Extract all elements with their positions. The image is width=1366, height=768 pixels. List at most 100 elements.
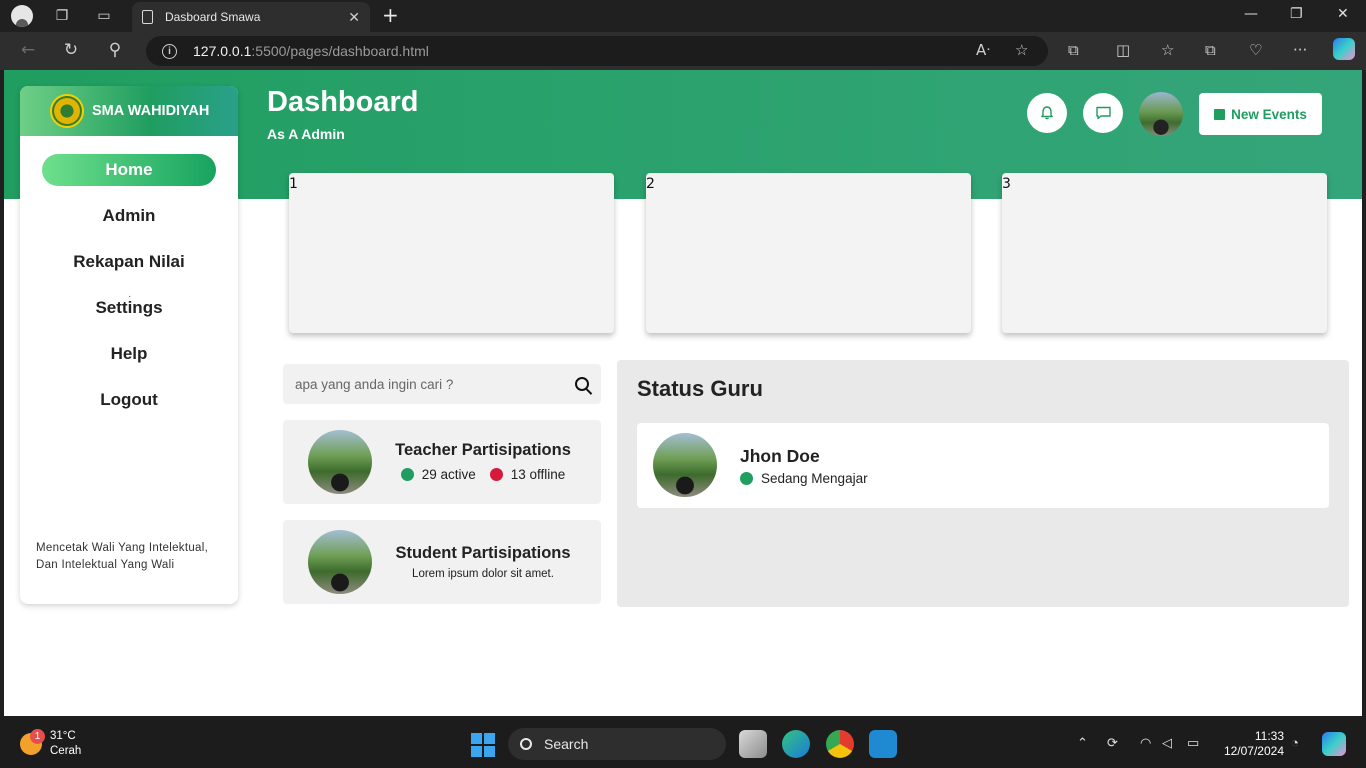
sync-icon[interactable]: ⟳ bbox=[1107, 735, 1118, 751]
weather-badge: 1 bbox=[30, 729, 45, 744]
stat-card: 3 bbox=[1002, 173, 1327, 333]
student-participation-title: Student Partisipations bbox=[395, 544, 571, 562]
stat-card-label: 1 bbox=[289, 176, 298, 192]
search-box bbox=[283, 364, 601, 404]
teacher-status: Sedang Mengajar bbox=[740, 471, 868, 486]
status-dot-icon bbox=[740, 472, 753, 485]
edge-icon[interactable] bbox=[782, 730, 810, 758]
volume-icon[interactable]: ◁ bbox=[1162, 735, 1172, 751]
windows-taskbar: 1 31°C Cerah Search ⌃ ⟳ ◠ ◁ ▭ 11:33 12/0… bbox=[0, 720, 1366, 768]
teacher-participation-card: Teacher Partisipations 29 active 13 offl… bbox=[283, 420, 601, 504]
messages-button[interactable] bbox=[1083, 93, 1123, 133]
dashboard-page: Dashboard As A Admin New Events SMA WAHI… bbox=[4, 70, 1362, 716]
notification-bell-icon[interactable]: ◔ bbox=[1291, 735, 1299, 750]
read-aloud-icon[interactable]: Aᐧ bbox=[976, 41, 990, 59]
url-host: 127.0.0.1 bbox=[193, 43, 252, 59]
chat-icon bbox=[1095, 106, 1111, 120]
collections-icon[interactable]: ⧉ bbox=[1205, 41, 1216, 59]
teacher-participation-title: Teacher Partisipations bbox=[395, 441, 571, 459]
new-events-button[interactable]: New Events bbox=[1199, 93, 1322, 135]
page-subtitle: As A Admin bbox=[267, 126, 345, 142]
student-avatar bbox=[308, 530, 372, 594]
windows-logo-icon bbox=[471, 733, 482, 744]
weather-sun-icon: 1 bbox=[20, 729, 45, 755]
sidebar-item-logout[interactable]: Logout bbox=[42, 384, 216, 416]
search-icon bbox=[520, 738, 532, 750]
clock-date: 12/07/2024 bbox=[1223, 744, 1284, 758]
new-tab-button[interactable]: + bbox=[382, 4, 399, 26]
close-window-button[interactable]: ✕ bbox=[1337, 6, 1349, 22]
stat-card: 1 bbox=[289, 173, 614, 333]
start-button[interactable] bbox=[471, 733, 495, 757]
browser-titlebar: ❐ ▭ Dasboard Smawa ✕ + — ❐ ✕ bbox=[0, 0, 1366, 32]
taskbar-search-label: Search bbox=[544, 736, 589, 752]
copilot-icon[interactable] bbox=[1333, 38, 1355, 60]
school-logo bbox=[50, 94, 84, 128]
browser-essentials-icon[interactable]: ♡ bbox=[1249, 41, 1262, 59]
browser-tab-active[interactable]: Dasboard Smawa ✕ bbox=[132, 2, 370, 32]
split-screen-icon[interactable]: ◫ bbox=[1116, 41, 1130, 59]
clock-time: 11:33 bbox=[1254, 729, 1284, 743]
calendar-icon bbox=[1214, 108, 1226, 120]
teacher-status-row[interactable]: Jhon Doe Sedang Mengajar bbox=[637, 423, 1329, 508]
reload-icon[interactable]: ↻ bbox=[60, 40, 82, 60]
brand-name: SMA WAHIDIYAH bbox=[92, 103, 210, 119]
status-guru-title: Status Guru bbox=[637, 376, 763, 401]
sidebar-item-rekapan-nilai[interactable]: Rekapan Nilai bbox=[42, 246, 216, 278]
vscode-icon[interactable] bbox=[869, 730, 897, 758]
more-menu-icon[interactable]: ··· bbox=[1293, 41, 1307, 59]
favorite-star-icon[interactable]: ☆ bbox=[1015, 41, 1028, 59]
sidebar-brand: SMA WAHIDIYAH bbox=[20, 86, 238, 136]
show-hidden-icons-icon[interactable]: ⌃ bbox=[1077, 735, 1088, 751]
search-icon[interactable]: ⚲ bbox=[104, 40, 126, 60]
close-tab-icon[interactable]: ✕ bbox=[348, 9, 360, 26]
page-icon bbox=[142, 10, 153, 24]
page-title: Dashboard bbox=[267, 86, 419, 118]
sidebar-item-help[interactable]: Help bbox=[42, 338, 216, 370]
sidebar: SMA WAHIDIYAH Home Admin Rekapan Nilai S… bbox=[20, 86, 238, 604]
copilot-icon[interactable] bbox=[1322, 732, 1346, 756]
workspaces-icon[interactable]: ❐ bbox=[50, 4, 74, 28]
search-input[interactable] bbox=[295, 376, 565, 392]
offline-count: 13 offline bbox=[510, 467, 566, 482]
teacher-avatar bbox=[308, 430, 372, 494]
student-participation-description: Lorem ipsum dolor sit amet. bbox=[412, 568, 554, 580]
restore-button[interactable]: ❐ bbox=[1290, 6, 1303, 22]
address-bar[interactable]: i 127.0.0.1:5500/pages/dashboard.html bbox=[146, 36, 1048, 66]
notification-button[interactable] bbox=[1027, 93, 1067, 133]
new-events-label: New Events bbox=[1231, 106, 1307, 122]
profile-icon[interactable] bbox=[10, 4, 34, 28]
task-view-icon[interactable] bbox=[739, 730, 767, 758]
taskbar-search[interactable]: Search bbox=[508, 728, 726, 760]
taskbar-clock[interactable]: 11:33 12/07/2024 bbox=[1220, 729, 1284, 759]
back-arrow-icon[interactable]: ← bbox=[17, 40, 39, 60]
teacher-avatar bbox=[653, 433, 717, 497]
wifi-icon[interactable]: ◠ bbox=[1140, 735, 1151, 751]
teacher-status-text: Sedang Mengajar bbox=[761, 471, 868, 486]
minimize-button[interactable]: — bbox=[1244, 6, 1258, 22]
sidebar-item-home[interactable]: Home bbox=[42, 154, 216, 186]
teacher-name: Jhon Doe bbox=[740, 446, 820, 466]
weather-widget[interactable]: 1 31°C Cerah bbox=[20, 729, 81, 759]
extensions-icon[interactable]: ⧉ bbox=[1068, 41, 1079, 59]
weather-temp: 31°C bbox=[50, 730, 76, 742]
student-participation-card: Student Partisipations Lorem ipsum dolor… bbox=[283, 520, 601, 604]
site-info-icon[interactable]: i bbox=[162, 43, 177, 59]
search-icon[interactable] bbox=[575, 377, 589, 391]
active-dot-icon bbox=[400, 468, 414, 481]
active-count: 29 active bbox=[421, 467, 476, 482]
tab-actions-icon[interactable]: ▭ bbox=[92, 4, 116, 28]
weather-condition: Cerah bbox=[50, 745, 82, 757]
browser-toolbar: ← ↻ ⚲ i 127.0.0.1:5500/pages/dashboard.h… bbox=[0, 32, 1366, 70]
profile-avatar[interactable] bbox=[1139, 92, 1183, 136]
sidebar-item-admin[interactable]: Admin bbox=[42, 200, 216, 232]
favorites-icon[interactable]: ☆ bbox=[1161, 41, 1174, 59]
status-guru-panel: Status Guru Jhon Doe Sedang Mengajar bbox=[617, 360, 1349, 607]
school-tagline: Mencetak Wali Yang Intelektual, Dan Inte… bbox=[36, 542, 209, 571]
chrome-icon[interactable] bbox=[826, 730, 854, 758]
bell-icon bbox=[1041, 106, 1053, 120]
teacher-participation-stats: 29 active 13 offline bbox=[383, 467, 583, 482]
battery-icon[interactable]: ▭ bbox=[1187, 735, 1199, 751]
stat-card-label: 2 bbox=[646, 176, 655, 192]
stat-card-label: 3 bbox=[1002, 176, 1011, 192]
